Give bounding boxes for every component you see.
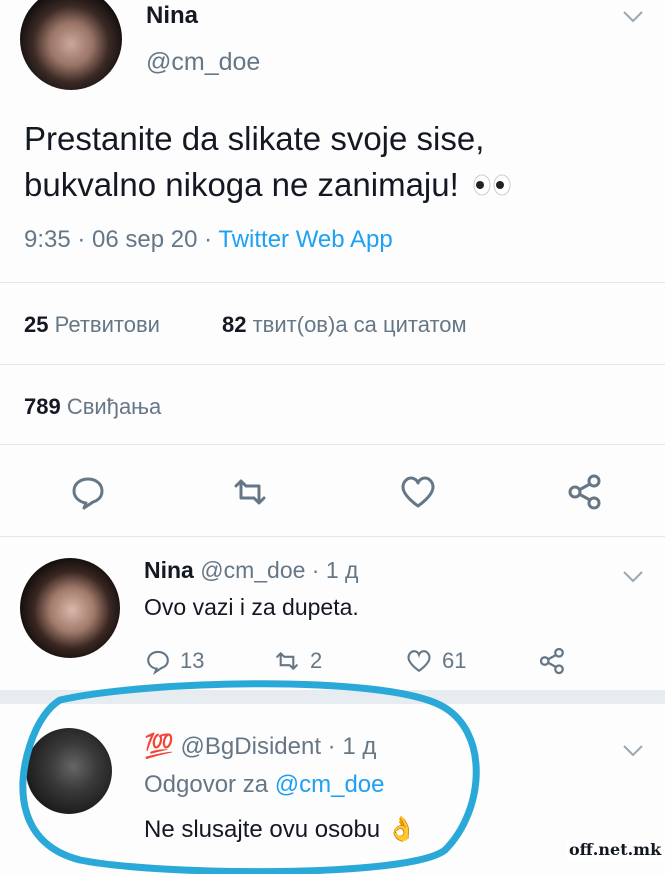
reply-avatar[interactable] (20, 558, 120, 658)
retweets-count: 25 (24, 312, 49, 337)
retweets-label: Ретвитови (54, 312, 160, 337)
like-icon (407, 650, 431, 673)
replying-to: Odgovor za @cm_doe (144, 771, 384, 799)
reply-avatar[interactable] (26, 728, 112, 814)
like-count: 61 (442, 648, 467, 673)
likes-stat[interactable]: 789 Свиђања (24, 394, 161, 420)
reply-icon (147, 650, 169, 675)
reply-text: Ne slusajte ovu osobu (144, 816, 387, 843)
author-name[interactable]: Nina (146, 2, 198, 30)
divider (0, 444, 665, 445)
watermark: off.net.mk (566, 840, 665, 859)
reply-meta[interactable]: @BgDisident · 1 д (174, 733, 377, 760)
replying-to-handle[interactable]: @cm_doe (275, 771, 385, 798)
retweet-action[interactable]: 2 (272, 647, 322, 681)
author-handle[interactable]: @cm_doe (146, 48, 260, 77)
hundred-points-emoji: 💯 (144, 733, 174, 760)
tweet-source-link[interactable]: Twitter Web App (218, 226, 392, 253)
chevron-down-icon[interactable] (622, 4, 644, 30)
eyes-emoji (473, 174, 511, 196)
likes-label: Свиђања (66, 394, 162, 419)
retweet-count: 2 (310, 648, 323, 673)
reply-header: Nina @cm_doe · 1 д (144, 557, 358, 584)
reply-meta: @cm_doe · 1 д (193, 557, 359, 583)
thread-separator (0, 690, 665, 704)
likes-count: 789 (24, 394, 61, 419)
tweet-time: 9:35 · 06 sep 20 · (24, 226, 219, 253)
tweet-text-line: bukvalno nikoga ne zanimaju! (24, 166, 459, 203)
divider (0, 282, 665, 283)
tweet-text: Prestanite da slikate svoje sise, bukval… (24, 116, 634, 208)
replying-to-prefix: Odgovor za (144, 771, 275, 798)
like-icon[interactable] (398, 472, 438, 517)
retweet-icon (276, 651, 298, 671)
share-icon[interactable] (538, 646, 568, 681)
like-action[interactable]: 61 (404, 647, 466, 681)
author-avatar[interactable] (20, 0, 122, 90)
quotes-count: 82 (222, 312, 247, 337)
quotes-label: твит(ов)а са цитатом (252, 312, 467, 337)
reply-author-name[interactable]: Nina (144, 557, 194, 583)
reply-text: Ovo vazi i za dupeta. (144, 594, 359, 620)
reply-text-row: Ne slusajte ovu osobu 👌 (144, 815, 417, 844)
share-icon[interactable] (566, 472, 606, 517)
tweet-meta: 9:35 · 06 sep 20 · Twitter Web App (24, 226, 393, 254)
ok-hand-emoji: 👌 (386, 816, 417, 843)
retweet-icon[interactable] (230, 472, 270, 517)
retweets-stat[interactable]: 25 Ретвитови (24, 312, 160, 338)
chevron-down-icon[interactable] (622, 564, 644, 590)
quotes-stat[interactable]: 82 твит(ов)а са цитатом (222, 312, 467, 338)
divider (0, 364, 665, 365)
tweet-text-line: Prestanite da slikate svoje sise, (24, 120, 485, 157)
chevron-down-icon[interactable] (622, 738, 644, 764)
reply-icon[interactable] (68, 472, 108, 517)
reply-count: 13 (180, 648, 205, 673)
divider (0, 536, 665, 537)
reply-action[interactable]: 13 (144, 647, 204, 681)
reply-header: 💯 @BgDisident · 1 д (144, 732, 376, 761)
